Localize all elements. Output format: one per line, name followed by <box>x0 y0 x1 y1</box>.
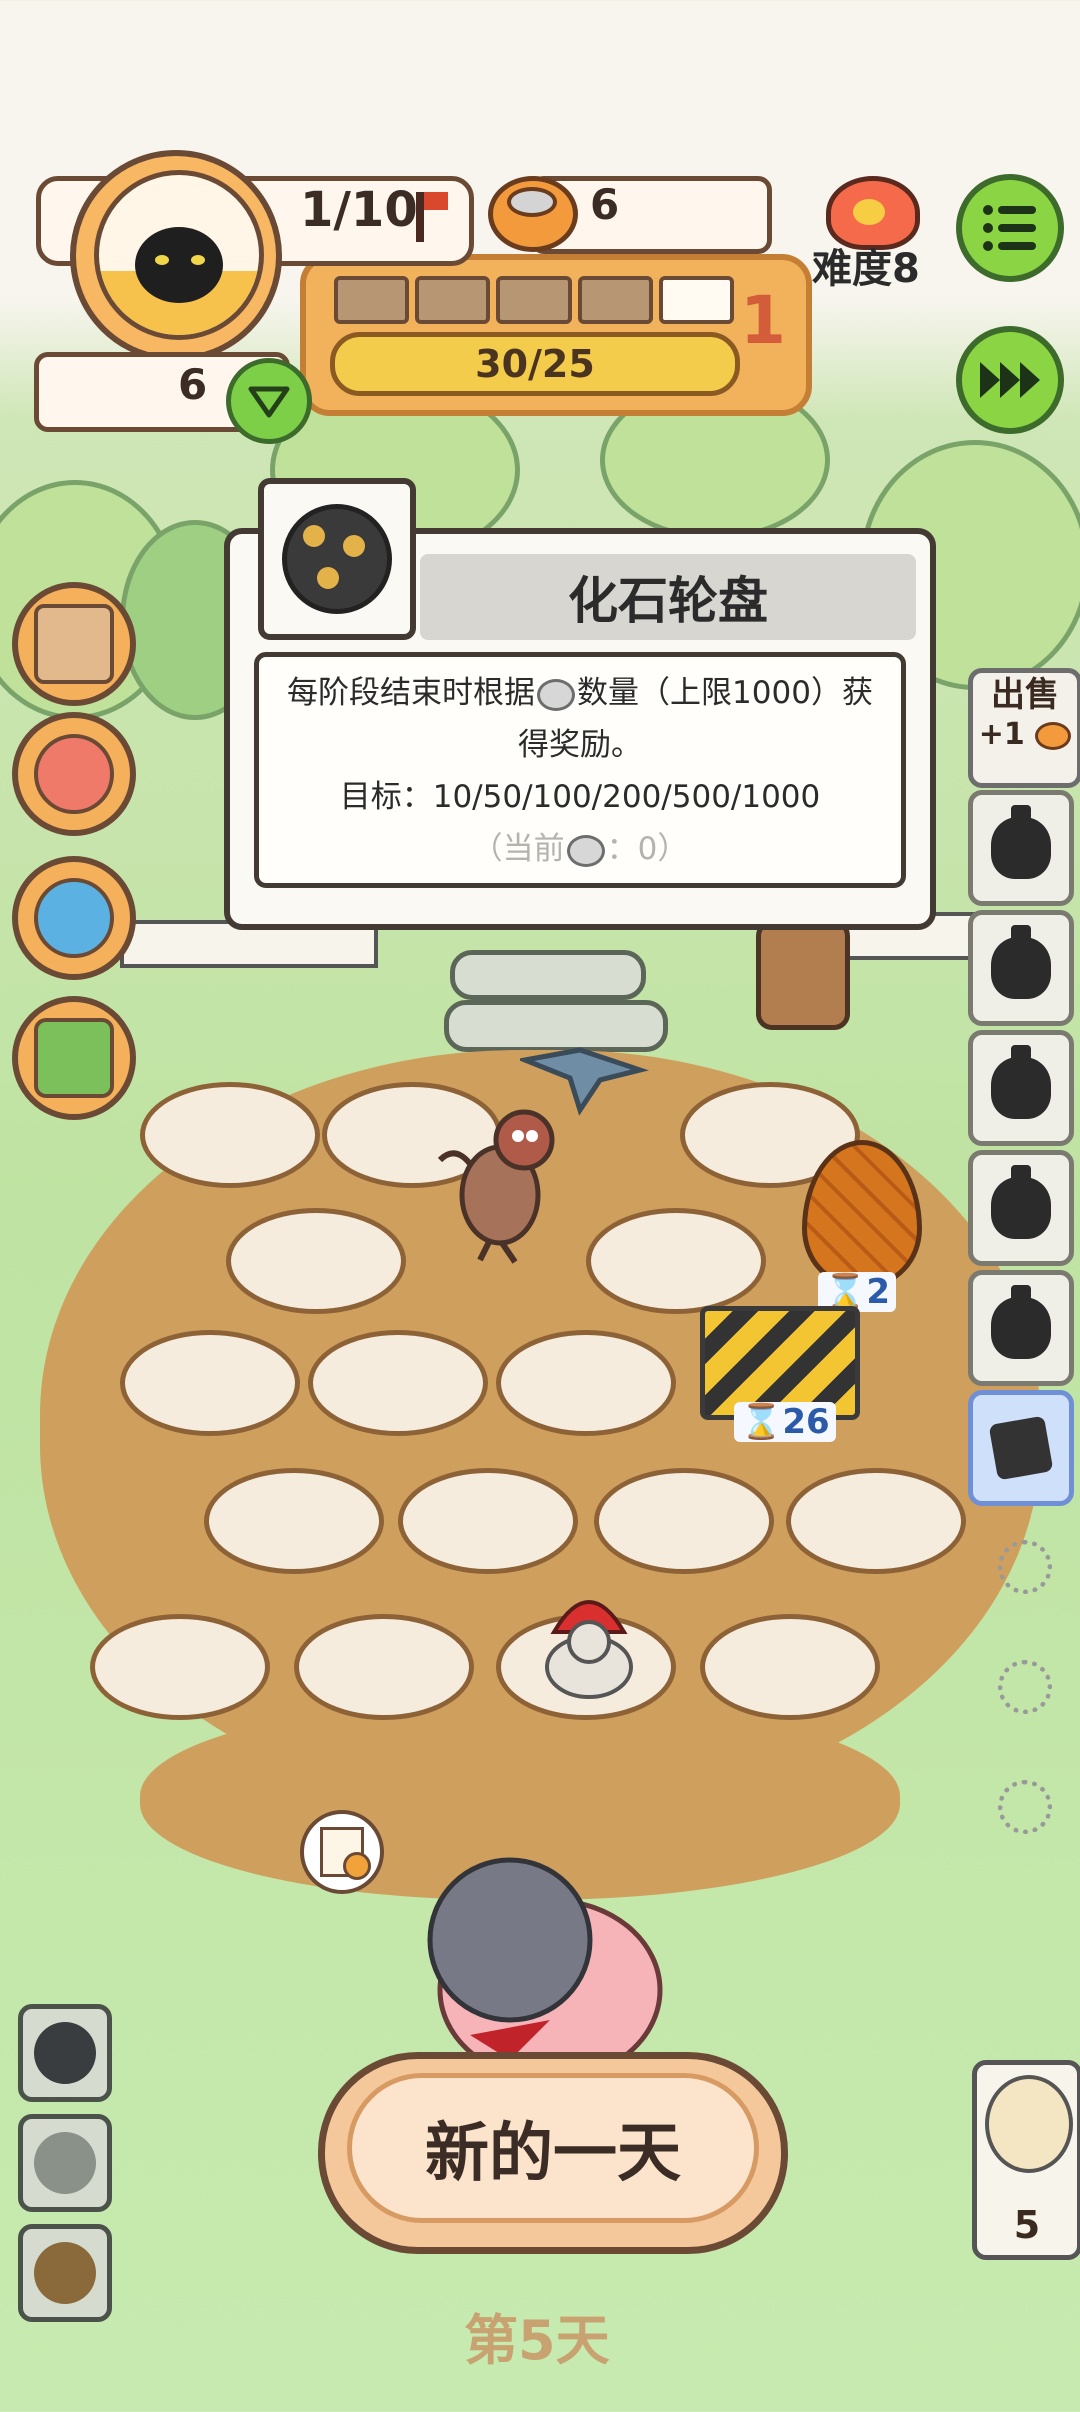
cat-avatar[interactable] <box>70 150 282 362</box>
coin-bowl-icon <box>1035 721 1072 750</box>
owl-icon <box>985 2075 1073 2173</box>
toy-button[interactable] <box>12 856 136 980</box>
bird-count: 5 <box>1013 2203 1041 2247</box>
coin-count: 6 <box>590 180 620 229</box>
menu-button[interactable] <box>956 174 1064 282</box>
path-stone <box>450 950 646 1000</box>
stage-segment <box>577 276 653 324</box>
heart-down-icon[interactable] <box>226 358 312 444</box>
tooltip-goal: 目标：10/50/100/200/500/1000 <box>339 779 821 815</box>
hammer-icon <box>988 1415 1054 1481</box>
grey-spirit-button[interactable] <box>18 2114 112 2212</box>
barrier-timer-value: 26 <box>782 1402 830 1442</box>
fossil-wheel-tooltip: 化石轮盘 每阶段结束时根据 数量（上限1000）获 得奖励。 目标：10/50/1… <box>224 478 936 930</box>
inventory-slot[interactable] <box>968 910 1074 1026</box>
trash-bag-icon <box>991 925 1051 999</box>
plot-hole[interactable] <box>204 1468 384 1574</box>
sell-button[interactable]: 出售 +1 <box>968 668 1080 788</box>
plot-hole[interactable] <box>120 1330 300 1436</box>
grey-spirit-icon <box>34 2132 96 2194</box>
gear-icon <box>998 1660 1052 1714</box>
stage-segment <box>334 276 410 324</box>
tooltip-desc-part1: 每阶段结束时根据 <box>287 675 536 711</box>
plot-hole[interactable] <box>496 1330 676 1436</box>
barrier-timer: ⌛26 <box>734 1402 836 1442</box>
dinosaur-creature[interactable] <box>420 1100 555 1264</box>
flag-icon <box>416 192 448 242</box>
certificate-icon[interactable] <box>300 1810 384 1894</box>
cat-bowl-icon <box>34 734 114 814</box>
medkit-icon <box>34 1018 114 1098</box>
difficulty-label: 难度8 <box>812 246 920 292</box>
day-label: 第5天 <box>464 2309 610 2372</box>
inventory-slot[interactable] <box>968 1270 1074 1386</box>
toy-icon <box>34 878 114 958</box>
trash-bag-icon <box>991 1165 1051 1239</box>
new-day-button[interactable]: 新的一天 <box>318 2052 788 2254</box>
stage-segment <box>415 276 491 324</box>
inventory-slot[interactable] <box>968 1030 1074 1146</box>
medkit-button[interactable] <box>12 996 136 1120</box>
trash-bag-icon <box>991 1045 1051 1119</box>
plot-hole[interactable] <box>140 1082 320 1188</box>
box-icon <box>34 604 114 684</box>
box-button[interactable] <box>12 582 136 706</box>
coin-bowl-icon <box>488 176 578 252</box>
gear-icon <box>998 1780 1052 1834</box>
bird-button[interactable]: 5 <box>972 2060 1080 2260</box>
plot-hole[interactable] <box>226 1208 406 1314</box>
fossil-wheel-icon <box>258 478 416 640</box>
stage-segment <box>658 276 735 324</box>
sell-bonus: +1 <box>978 717 1025 752</box>
sell-label: 出售 <box>991 675 1059 715</box>
plot-hole[interactable] <box>308 1330 488 1436</box>
raccoon-maid-character <box>400 1830 700 2083</box>
inventory-slot-selected[interactable] <box>968 1390 1074 1506</box>
dark-spirit-button[interactable] <box>18 2004 112 2102</box>
plot-hole[interactable] <box>586 1208 766 1314</box>
plot-hole[interactable] <box>786 1468 966 1574</box>
barrel <box>756 920 850 1030</box>
trash-bag-icon <box>991 805 1051 879</box>
stage-segment <box>496 276 572 324</box>
inventory-slot[interactable] <box>968 1150 1074 1266</box>
gear-icon <box>998 1540 1052 1594</box>
stage-segments <box>334 276 735 324</box>
fast-forward-icon <box>980 362 1040 398</box>
tooltip-current-prefix: （当前 <box>471 831 565 867</box>
plot-hole[interactable] <box>90 1614 270 1720</box>
skull-icon <box>34 2242 96 2304</box>
level-badge: 1 <box>740 282 786 359</box>
trash-bag-icon <box>991 1285 1051 1359</box>
menu-icon <box>983 205 1036 251</box>
plot-hole[interactable] <box>398 1468 578 1574</box>
fossil-coin-icon <box>537 678 576 711</box>
plot-hole[interactable] <box>294 1614 474 1720</box>
tooltip-title: 化石轮盘 <box>420 554 916 640</box>
tooltip-body: 每阶段结束时根据 数量（上限1000）获 得奖励。 目标：10/50/100/20… <box>254 652 906 888</box>
tooltip-desc-part2: 数量（上限1000）获 <box>577 675 873 711</box>
cat-bowl-button[interactable] <box>12 712 136 836</box>
plot-hole[interactable] <box>594 1468 774 1574</box>
fast-forward-button[interactable] <box>956 326 1064 434</box>
xp-bar: 30/25 <box>330 332 740 396</box>
pterosaur-creature[interactable] <box>516 1020 649 1116</box>
skull-spirit-button[interactable] <box>18 2224 112 2322</box>
strawberry-creature[interactable] <box>534 1582 638 1699</box>
stage-progress-text: 1/10 <box>300 182 418 238</box>
plot-hole[interactable] <box>700 1614 880 1720</box>
tooltip-desc-line2: 得奖励。 <box>518 727 642 763</box>
xp-bar-text: 30/25 <box>475 342 595 386</box>
new-day-label: 新的一天 <box>347 2073 759 2223</box>
tooltip-current-suffix: ：0） <box>606 831 689 867</box>
inventory-slot[interactable] <box>968 790 1074 906</box>
fossil-coin-icon <box>566 834 605 867</box>
hearts-count: 6 <box>178 360 208 409</box>
egg-timer-value: 2 <box>866 1272 891 1312</box>
dark-spirit-icon <box>34 2022 96 2084</box>
